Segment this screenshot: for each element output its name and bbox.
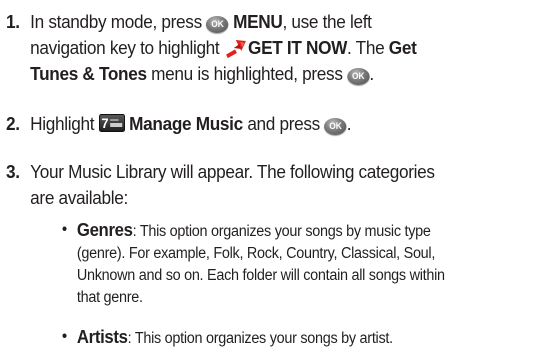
bullet-icon: • [62, 221, 67, 238]
category-desc: (genre). For example, Folk, Rock, Countr… [76, 245, 436, 262]
category-desc: : This option organizes your songs by ar… [127, 330, 393, 347]
category-desc: Unknown and so on. Each folder will cont… [76, 267, 445, 284]
category-term: Artists [76, 327, 128, 347]
step-body: Highlight 7 Manage Music and press OK. [30, 111, 352, 137]
step-text: . The [347, 37, 389, 58]
step-bold-text: Get [388, 37, 417, 58]
list-item-text: Artists: This option organizes your song… [77, 326, 393, 350]
ok-key-icon: OK [347, 68, 370, 85]
tunes-tones-label: Tunes & Tones [30, 63, 147, 84]
step-line: are available: [30, 187, 128, 208]
category-desc: that genre. [76, 289, 143, 306]
step-number: 1. [6, 11, 20, 32]
step-line: Your Music Library will appear. The foll… [30, 161, 435, 182]
step-body: Your Music Library will appear. The foll… [30, 159, 435, 211]
step-text: and press [242, 113, 325, 134]
step-text: menu is highlighted, press [146, 63, 348, 84]
step-text: . [369, 63, 374, 84]
get-it-now-icon [226, 40, 247, 59]
category-term: Genres [76, 220, 133, 240]
step-text: , use the left [282, 11, 372, 32]
step-line: In standby mode, press OK MENU, use the … [30, 9, 416, 35]
step-text: In standby mode, press [30, 11, 207, 32]
ok-key-icon: OK [206, 16, 229, 33]
category-desc: : This option organizes your songs by mu… [132, 223, 431, 240]
vcast-music-icon: 7 [98, 114, 125, 132]
step-line: navigation key to highlight GET IT NOW. … [30, 35, 417, 61]
ok-key-icon: OK [324, 118, 347, 135]
step-text: Highlight [30, 113, 99, 134]
get-it-now-label: GET IT NOW [248, 37, 348, 58]
menu-label: MENU [233, 11, 283, 32]
manage-music-label: Manage Music [129, 113, 243, 134]
vcast-icon-number: 7 [101, 116, 108, 132]
step-line: Highlight 7 Manage Music and press OK. [30, 111, 352, 137]
step-number: 3. [6, 161, 20, 182]
bullet-icon: • [62, 328, 67, 345]
step-text: . [346, 113, 352, 134]
step-text: navigation key to highlight [30, 37, 224, 58]
step-line: Tunes & Tones menu is highlighted, press… [30, 61, 416, 87]
step-number: 2. [6, 113, 20, 134]
instruction-page: 1. In standby mode, press OK MENU, use t… [0, 0, 534, 356]
step-body: In standby mode, press OK MENU, use the … [30, 9, 417, 87]
list-item-text: Genres: This option organizes your songs… [77, 219, 445, 309]
